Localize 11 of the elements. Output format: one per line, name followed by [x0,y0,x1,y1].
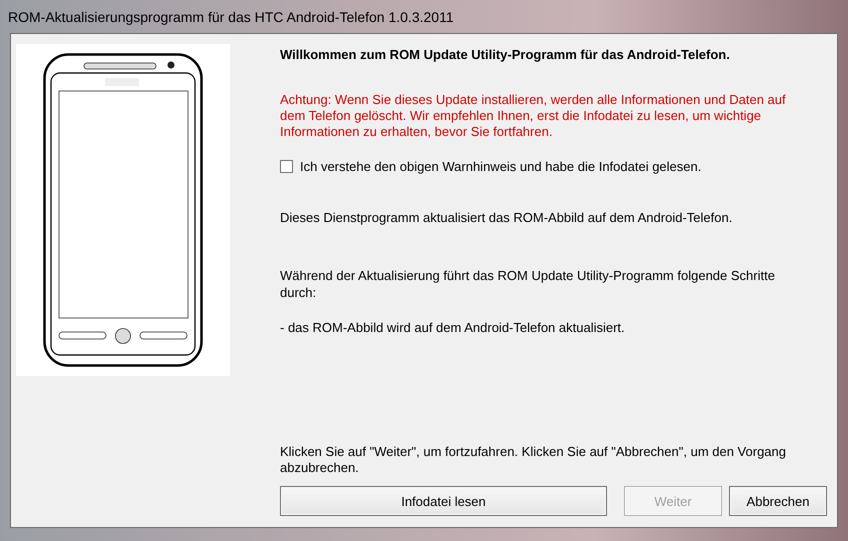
read-file-button[interactable]: Infodatei lesen [280,486,607,516]
checkbox-label[interactable]: Ich verstehe den obigen Warnhinweis und habe die Infodatei gelesen. [300,159,702,174]
cancel-button[interactable]: Abbrechen [729,486,827,516]
body-text: Dieses Dienstprogramm aktualisiert das ROM-Abbild auf dem Android-Telefon. [280,209,734,226]
body-text: Während der Aktualisierung führt das ROM Update Utility-Programm folgende Schritte durch: [280,267,776,301]
checkbox[interactable] [280,160,293,173]
instruction-text: Klicken Sie auf "Weiter", um fortzufahren. Klicken Sie auf "Abbrechen", um den Vorgang abzubrechen. [280,444,787,476]
warning-text: Achtung: Wenn Sie dieses Update installieren, werden alle Informationen und Daten auf dem Telefon gelöscht. Wir empfehlen Ihnen, erst die Infodatei zu lesen, um wichtige Informationen zu erhalten, bevor Sie fortfahren. [280,92,787,140]
body-text: - das ROM-Abbild wird auf dem Android-Telefon aktualisiert. [280,319,626,336]
welcome-heading: Willkommen zum ROM Update Utility-Programm für das Android-Telefon. [280,47,731,62]
window-title: ROM-Aktualisierungsprogramm für das HTC Android-Telefon 1.0.3.2011 [8,8,454,24]
